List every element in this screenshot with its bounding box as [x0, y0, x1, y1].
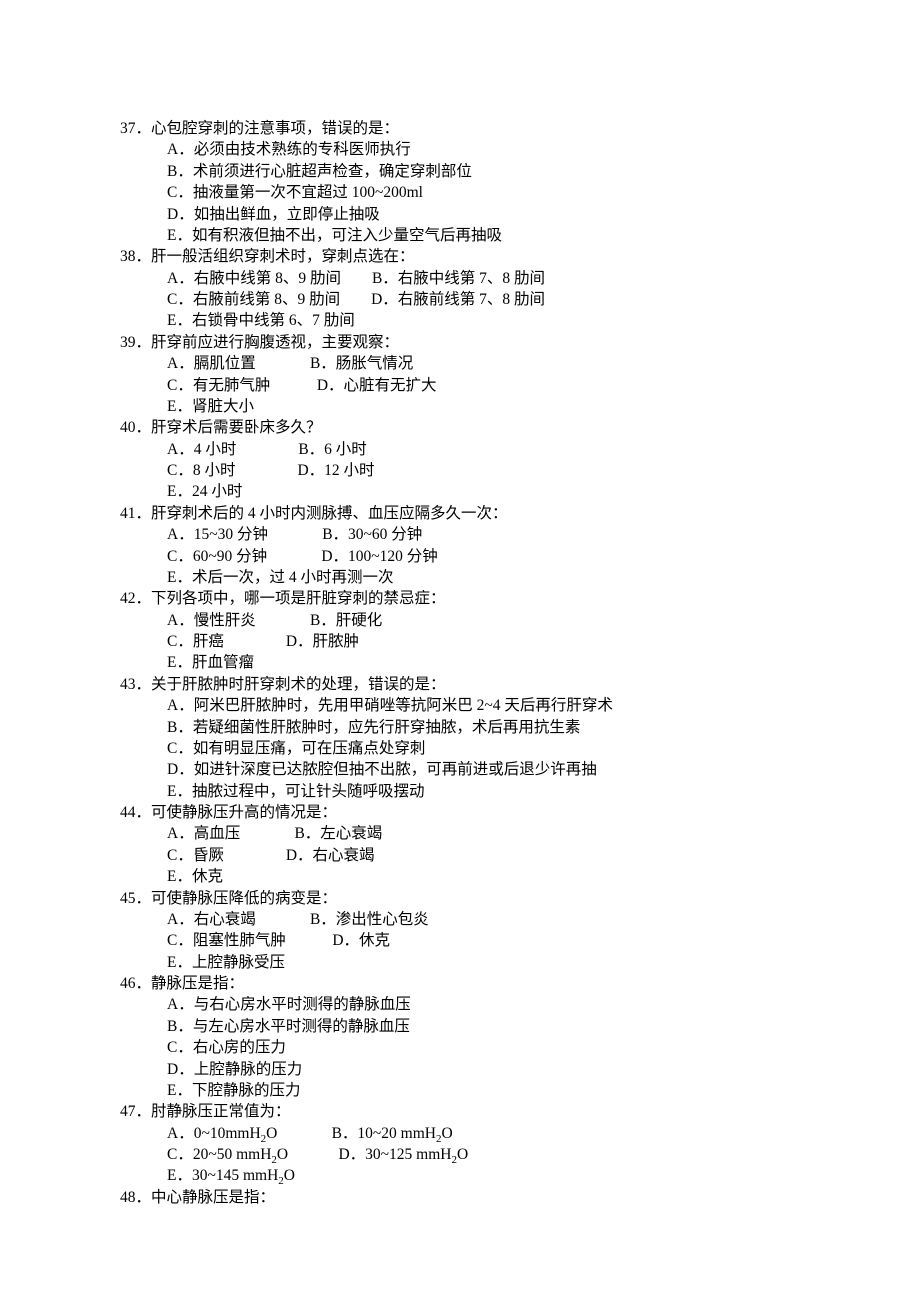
option-row: A．阿米巴肝脓肿时，先用甲硝唑等抗阿米巴 2~4 天后再行肝穿术	[167, 695, 920, 716]
option-row: C．8 小时 D．12 小时	[167, 460, 920, 481]
options: A．右腋中线第 8、9 肋间 B．右腋中线第 7、8 肋间C．右腋前线第 8、9…	[120, 268, 920, 332]
question: 46．静脉压是指：A．与右心房水平时测得的静脉血压B．与左心房水平时测得的静脉血…	[120, 973, 920, 1101]
option-row: E．下腔静脉的压力	[167, 1080, 920, 1101]
question: 38．肝一般活组织穿刺术时，穿刺点选在：A．右腋中线第 8、9 肋间 B．右腋中…	[120, 246, 920, 332]
options: A．4 小时 B．6 小时C．8 小时 D．12 小时E．24 小时	[120, 439, 920, 503]
question: 42．下列各项中，哪一项是肝脏穿刺的禁忌症：A．慢性肝炎 B．肝硬化C．肝癌 D…	[120, 588, 920, 674]
question: 37．心包腔穿刺的注意事项，错误的是：A．必须由技术熟练的专科医师执行B．术前须…	[120, 118, 920, 246]
question-stem-text: 下列各项中，哪一项是肝脏穿刺的禁忌症：	[151, 590, 446, 607]
options: A．与右心房水平时测得的静脉血压B．与左心房水平时测得的静脉血压C．右心房的压力…	[120, 994, 920, 1101]
option-row: C．阻塞性肺气肿 D．休克	[167, 930, 920, 951]
options: A．15~30 分钟 B．30~60 分钟C．60~90 分钟 D．100~12…	[120, 524, 920, 588]
option-row: B．与左心房水平时测得的静脉血压	[167, 1016, 920, 1037]
option-row: A．右腋中线第 8、9 肋间 B．右腋中线第 7、8 肋间	[167, 268, 920, 289]
question-stem-text: 心包腔穿刺的注意事项，错误的是：	[151, 120, 399, 137]
question-stem-text: 关于肝脓肿时肝穿刺术的处理，错误的是：	[151, 676, 446, 693]
option-row: E．术后一次，过 4 小时再测一次	[167, 567, 920, 588]
question-number: 38．	[120, 248, 151, 265]
option-row: E．如有积液但抽不出，可注入少量空气后再抽吸	[167, 225, 920, 246]
question-number: 44．	[120, 804, 151, 821]
option-row: E．24 小时	[167, 481, 920, 502]
question-stem-text: 肘静脉压正常值为：	[151, 1103, 291, 1120]
question-number: 42．	[120, 590, 151, 607]
option-row: C．20~50 mmH2O D．30~125 mmH2O	[167, 1144, 920, 1165]
question-stem-text: 肝一般活组织穿刺术时，穿刺点选在：	[151, 248, 415, 265]
question-stem: 46．静脉压是指：	[120, 973, 920, 994]
question-stem-text: 肝穿术后需要卧床多久？	[151, 419, 322, 436]
question-stem: 45．可使静脉压降低的病变是：	[120, 888, 920, 909]
option-row: C．右腋前线第 8、9 肋间 D．右腋前线第 7、8 肋间	[167, 289, 920, 310]
question: 39．肝穿前应进行胸腹透视，主要观察：A．膈肌位置 B．肠胀气情况C．有无肺气肿…	[120, 332, 920, 418]
document-body: 37．心包腔穿刺的注意事项，错误的是：A．必须由技术熟练的专科医师执行B．术前须…	[120, 118, 920, 1208]
option-row: E．休克	[167, 866, 920, 887]
question: 41．肝穿刺术后的 4 小时内测脉搏、血压应隔多久一次：A．15~30 分钟 B…	[120, 503, 920, 589]
question-stem: 47．肘静脉压正常值为：	[120, 1101, 920, 1122]
options: A．慢性肝炎 B．肝硬化C．肝癌 D．肝脓肿E．肝血管瘤	[120, 610, 920, 674]
question-stem-text: 中心静脉压是指：	[151, 1189, 275, 1206]
option-row: E．右锁骨中线第 6、7 肋间	[167, 310, 920, 331]
option-row: D．如抽出鲜血，立即停止抽吸	[167, 204, 920, 225]
option-row: B．若疑细菌性肝脓肿时，应先行肝穿抽脓，术后再用抗生素	[167, 717, 920, 738]
question: 47．肘静脉压正常值为：A．0~10mmH2O B．10~20 mmH2OC．2…	[120, 1101, 920, 1187]
question-number: 40．	[120, 419, 151, 436]
option-row: C．肝癌 D．肝脓肿	[167, 631, 920, 652]
option-row: C．60~90 分钟 D．100~120 分钟	[167, 546, 920, 567]
question-number: 37．	[120, 120, 151, 137]
option-row: A．慢性肝炎 B．肝硬化	[167, 610, 920, 631]
options: A．高血压 B．左心衰竭C．昏厥 D．右心衰竭E．休克	[120, 823, 920, 887]
option-row: E．上腔静脉受压	[167, 952, 920, 973]
question-number: 48．	[120, 1189, 151, 1206]
option-row: B．术前须进行心脏超声检查，确定穿刺部位	[167, 161, 920, 182]
options: A．膈肌位置 B．肠胀气情况C．有无肺气肿 D．心脏有无扩大E．肾脏大小	[120, 353, 920, 417]
option-row: A．与右心房水平时测得的静脉血压	[167, 994, 920, 1015]
options: A．0~10mmH2O B．10~20 mmH2OC．20~50 mmH2O D…	[120, 1123, 920, 1187]
option-row: A．必须由技术熟练的专科医师执行	[167, 139, 920, 160]
question-stem-text: 肝穿刺术后的 4 小时内测脉搏、血压应隔多久一次：	[151, 505, 508, 522]
option-row: A．0~10mmH2O B．10~20 mmH2O	[167, 1123, 920, 1144]
question-number: 43．	[120, 676, 151, 693]
question-stem-text: 可使静脉压升高的情况是：	[151, 804, 337, 821]
option-row: D．上腔静脉的压力	[167, 1059, 920, 1080]
option-row: E．30~145 mmH2O	[167, 1165, 920, 1186]
question-stem: 43．关于肝脓肿时肝穿刺术的处理，错误的是：	[120, 674, 920, 695]
question-number: 47．	[120, 1103, 151, 1120]
question-stem-text: 可使静脉压降低的病变是：	[151, 890, 337, 907]
question-number: 41．	[120, 505, 151, 522]
question: 43．关于肝脓肿时肝穿刺术的处理，错误的是：A．阿米巴肝脓肿时，先用甲硝唑等抗阿…	[120, 674, 920, 802]
question-stem: 44．可使静脉压升高的情况是：	[120, 802, 920, 823]
question: 45．可使静脉压降低的病变是：A．右心衰竭 B．渗出性心包炎C．阻塞性肺气肿 D…	[120, 888, 920, 974]
option-row: C．如有明显压痛，可在压痛点处穿刺	[167, 738, 920, 759]
option-row: A．高血压 B．左心衰竭	[167, 823, 920, 844]
option-row: A．右心衰竭 B．渗出性心包炎	[167, 909, 920, 930]
question-stem: 41．肝穿刺术后的 4 小时内测脉搏、血压应隔多久一次：	[120, 503, 920, 524]
option-row: D．如进针深度已达脓腔但抽不出脓，可再前进或后退少许再抽	[167, 759, 920, 780]
question-number: 45．	[120, 890, 151, 907]
option-row: E．肝血管瘤	[167, 652, 920, 673]
options: A．阿米巴肝脓肿时，先用甲硝唑等抗阿米巴 2~4 天后再行肝穿术B．若疑细菌性肝…	[120, 695, 920, 802]
option-row: C．昏厥 D．右心衰竭	[167, 845, 920, 866]
options: A．右心衰竭 B．渗出性心包炎C．阻塞性肺气肿 D．休克E．上腔静脉受压	[120, 909, 920, 973]
question-stem-text: 静脉压是指：	[151, 975, 244, 992]
option-row: A．15~30 分钟 B．30~60 分钟	[167, 524, 920, 545]
option-row: C．抽液量第一次不宜超过 100~200ml	[167, 182, 920, 203]
question-stem-text: 肝穿前应进行胸腹透视，主要观察：	[151, 334, 399, 351]
option-row: E．抽脓过程中，可让针头随呼吸摆动	[167, 781, 920, 802]
question-stem: 39．肝穿前应进行胸腹透视，主要观察：	[120, 332, 920, 353]
option-row: C．右心房的压力	[167, 1037, 920, 1058]
question-number: 39．	[120, 334, 151, 351]
question-stem: 37．心包腔穿刺的注意事项，错误的是：	[120, 118, 920, 139]
option-row: E．肾脏大小	[167, 396, 920, 417]
question-stem: 42．下列各项中，哪一项是肝脏穿刺的禁忌症：	[120, 588, 920, 609]
question-stem: 40．肝穿术后需要卧床多久？	[120, 417, 920, 438]
question: 44．可使静脉压升高的情况是：A．高血压 B．左心衰竭C．昏厥 D．右心衰竭E．…	[120, 802, 920, 888]
question-stem: 48．中心静脉压是指：	[120, 1187, 920, 1208]
question: 40．肝穿术后需要卧床多久？A．4 小时 B．6 小时C．8 小时 D．12 小…	[120, 417, 920, 503]
question-number: 46．	[120, 975, 151, 992]
option-row: C．有无肺气肿 D．心脏有无扩大	[167, 375, 920, 396]
question: 48．中心静脉压是指：	[120, 1187, 920, 1208]
options: A．必须由技术熟练的专科医师执行B．术前须进行心脏超声检查，确定穿刺部位C．抽液…	[120, 139, 920, 246]
option-row: A．膈肌位置 B．肠胀气情况	[167, 353, 920, 374]
question-stem: 38．肝一般活组织穿刺术时，穿刺点选在：	[120, 246, 920, 267]
option-row: A．4 小时 B．6 小时	[167, 439, 920, 460]
